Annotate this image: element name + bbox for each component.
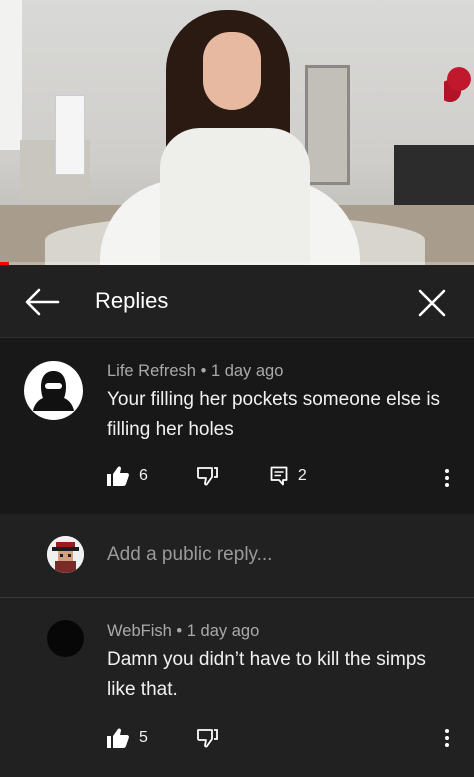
thumbs-up-icon [107, 466, 129, 486]
video-scene-person [148, 10, 318, 265]
like-button[interactable]: 5 [107, 728, 148, 748]
meta-separator: • [176, 622, 183, 640]
reply-count: 2 [297, 467, 307, 484]
add-reply-row [0, 514, 474, 598]
reply-actions: 5 [107, 728, 218, 748]
reply-time: 1 day ago [186, 622, 260, 640]
dislike-button[interactable] [196, 466, 218, 486]
avatar[interactable] [24, 361, 83, 420]
thumbs-down-icon [196, 467, 218, 486]
more-vert-icon [445, 729, 449, 747]
pixel-art-avatar-icon [47, 536, 84, 573]
masked-figure-avatar-icon [33, 371, 74, 411]
reply-author[interactable]: WebFish [107, 622, 172, 640]
comment-meta: Life Refresh • 1 day ago [107, 362, 283, 381]
close-button[interactable] [412, 283, 452, 323]
dislike-button[interactable] [196, 728, 218, 748]
thumbs-down-icon [196, 729, 218, 748]
like-count: 5 [139, 729, 148, 746]
back-button[interactable] [22, 283, 62, 321]
replies-header: Replies [0, 265, 474, 338]
meta-separator: • [200, 362, 207, 380]
reply-text: Damn you didn’t have to kill the simps l… [107, 649, 426, 700]
video-player[interactable] [0, 0, 474, 265]
reply-meta: WebFish • 1 day ago [107, 622, 259, 641]
like-count: 6 [139, 467, 148, 484]
like-button[interactable]: 6 [107, 466, 148, 486]
comment-time: 1 day ago [210, 362, 284, 380]
reply-comment-icon [270, 466, 288, 486]
comment-author[interactable]: Life Refresh [107, 362, 196, 380]
comment-actions: 6 2 [107, 466, 307, 486]
avatar[interactable] [47, 620, 84, 657]
reply-comment: WebFish • 1 day ago Damn you didn’t have… [0, 598, 474, 777]
video-scene-shelf [55, 95, 85, 175]
comment-more-button[interactable] [437, 466, 457, 490]
close-icon [418, 289, 446, 317]
arrow-left-icon [25, 288, 60, 316]
reply-count-button[interactable]: 2 [270, 466, 307, 486]
more-vert-icon [445, 469, 449, 487]
reply-input[interactable] [107, 540, 447, 570]
page-title: Replies [95, 288, 169, 313]
comment-text: Your filling her pockets someone else is… [107, 389, 441, 440]
user-avatar[interactable] [47, 536, 84, 573]
reply-more-button[interactable] [437, 726, 457, 750]
video-scene-flowers [444, 55, 474, 115]
thumbs-up-icon [107, 728, 129, 748]
main-comment: Life Refresh • 1 day ago Your filling he… [0, 338, 474, 514]
video-scene-window [0, 0, 22, 150]
